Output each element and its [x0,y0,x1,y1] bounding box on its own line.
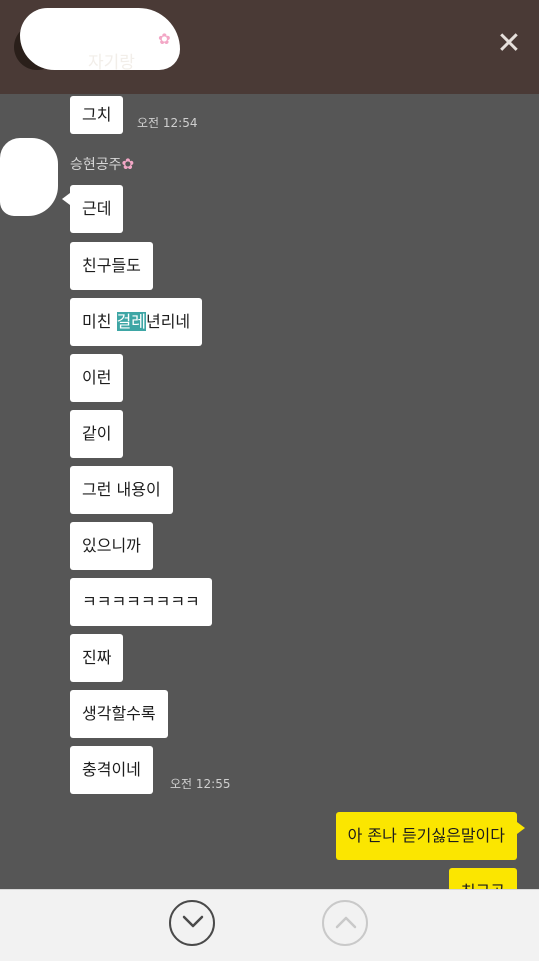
chat-header: ✿ 자기랑 ✕ [0,0,539,94]
highlighted-text: 걸레 [116,312,146,331]
message-bubble[interactable]: 같이 [70,410,124,458]
flower-icon: ✿ [158,30,171,48]
message-bubble[interactable]: 그런 내용이 [70,466,173,514]
scroll-up-button[interactable] [322,900,368,946]
message-bubble[interactable]: 진짜 [70,634,124,682]
scroll-up-icon [335,916,357,929]
message-bubble[interactable]: 친구들도 [70,242,153,290]
sender-name: 승현공주✿ [70,155,135,173]
message-bubble[interactable]: 있으니까 [70,522,153,570]
message-bubble[interactable]: ㅋㅋㅋㅋㅋㅋㅋㅋ [70,578,212,626]
message-bubble[interactable]: 생각할수록 [70,690,168,738]
message-bubble[interactable]: 충격이네 [70,746,153,794]
message-time: 오전 12:54 [137,116,198,130]
scroll-down-button[interactable] [169,900,215,946]
scroll-down-icon [182,915,204,928]
message-bubble[interactable]: 근데 [61,185,124,233]
message-time: 오전 12:55 [170,777,231,791]
message-bubble[interactable]: 그치 [70,96,124,134]
chat-title: 자기랑 [88,53,135,73]
scroll-footer [0,889,539,961]
close-icon[interactable]: ✕ [495,29,523,59]
message-bubble[interactable]: 이런 [70,354,124,402]
message-bubble[interactable]: 미친 걸레년리네 [70,298,203,346]
flower-icon: ✿ [121,155,135,173]
redacted-avatar [0,138,58,216]
my-message-bubble[interactable]: 아 존나 듣기싫은말이다 [335,812,526,860]
